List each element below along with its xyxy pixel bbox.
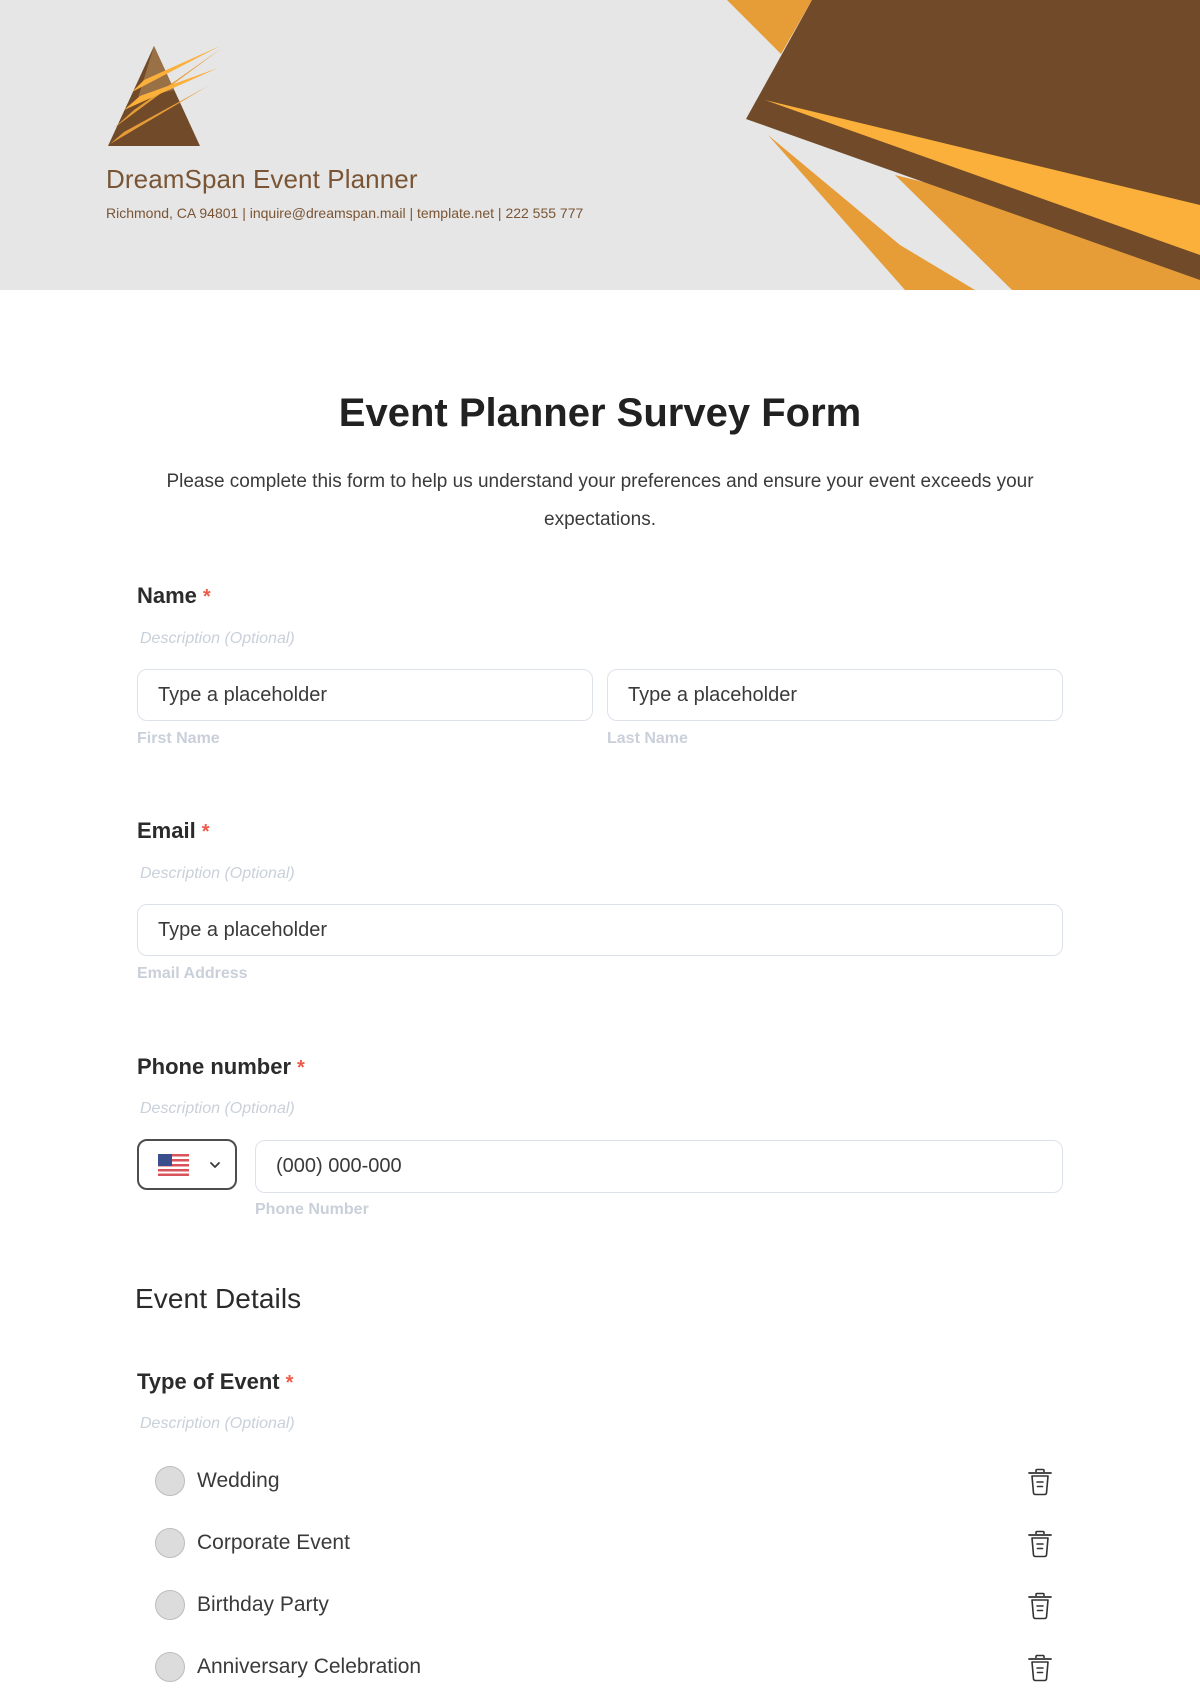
email-input[interactable]: Type a placeholder xyxy=(137,904,1063,956)
radio-button[interactable] xyxy=(155,1466,185,1496)
trash-icon[interactable] xyxy=(1027,1654,1053,1682)
trash-icon[interactable] xyxy=(1027,1592,1053,1620)
company-logo xyxy=(108,46,222,146)
type-of-event-label-text: Type of Event xyxy=(137,1369,280,1394)
section-heading-event-details: Event Details xyxy=(135,1283,302,1314)
required-asterisk: * xyxy=(202,586,211,608)
radio-option-corporate-event[interactable]: Corporate Event xyxy=(155,1525,1055,1561)
company-name: DreamSpan Event Planner xyxy=(106,164,418,194)
last-name-placeholder: Type a placeholder xyxy=(628,683,798,706)
radio-button[interactable] xyxy=(155,1528,185,1558)
email-placeholder: Type a placeholder xyxy=(158,918,328,941)
required-asterisk: * xyxy=(201,821,210,843)
radio-option-anniversary-celebration[interactable]: Anniversary Celebration xyxy=(155,1649,1055,1685)
radio-button[interactable] xyxy=(155,1590,185,1620)
email-sublabel: Email Address xyxy=(137,965,248,982)
radio-option-label: Corporate Event xyxy=(197,1531,350,1554)
email-label-text: Email xyxy=(137,818,196,843)
last-name-input[interactable]: Type a placeholder xyxy=(607,669,1063,721)
first-name-input[interactable]: Type a placeholder xyxy=(137,669,593,721)
first-name-placeholder: Type a placeholder xyxy=(158,683,328,706)
country-code-select[interactable] xyxy=(137,1139,237,1190)
radio-option-birthday-party[interactable]: Birthday Party xyxy=(155,1587,1055,1623)
radio-option-label: Birthday Party xyxy=(197,1593,329,1616)
type-of-event-description[interactable]: Description (Optional) xyxy=(140,1415,295,1433)
required-asterisk: * xyxy=(285,1372,294,1394)
required-asterisk: * xyxy=(297,1057,305,1079)
phone-label-text: Phone number xyxy=(137,1054,292,1079)
first-name-sublabel: First Name xyxy=(137,730,220,747)
last-name-sublabel: Last Name xyxy=(607,730,688,747)
trash-icon[interactable] xyxy=(1027,1530,1053,1558)
phone-placeholder: (000) 000-000 xyxy=(276,1155,402,1177)
type-of-event-label: Type of Event * xyxy=(137,1369,293,1395)
company-contact: Richmond, CA 94801 | inquire@dreamspan.m… xyxy=(106,205,584,221)
us-flag-icon xyxy=(158,1153,189,1176)
chevron-down-icon xyxy=(210,1161,220,1168)
email-field-label: Email * xyxy=(137,818,210,844)
radio-option-wedding[interactable]: Wedding xyxy=(155,1463,1055,1499)
phone-input[interactable]: (000) 000-000 xyxy=(255,1140,1063,1193)
phone-sublabel: Phone Number xyxy=(255,1201,369,1218)
name-description[interactable]: Description (Optional) xyxy=(140,630,295,648)
form-title: Event Planner Survey Form xyxy=(338,391,862,435)
radio-option-label: Wedding xyxy=(197,1469,280,1492)
phone-field-label: Phone number * xyxy=(137,1054,305,1080)
name-label-text: Name xyxy=(137,583,197,608)
radio-option-label: Anniversary Celebration xyxy=(197,1655,422,1678)
radio-button[interactable] xyxy=(155,1652,185,1682)
name-field-label: Name * xyxy=(137,583,211,609)
trash-icon[interactable] xyxy=(1027,1468,1053,1496)
letterhead-header: DreamSpan Event Planner Richmond, CA 948… xyxy=(0,0,1200,290)
form-intro: Please complete this form to help us und… xyxy=(166,471,1034,530)
email-description[interactable]: Description (Optional) xyxy=(140,865,295,883)
phone-description[interactable]: Description (Optional) xyxy=(140,1100,295,1118)
